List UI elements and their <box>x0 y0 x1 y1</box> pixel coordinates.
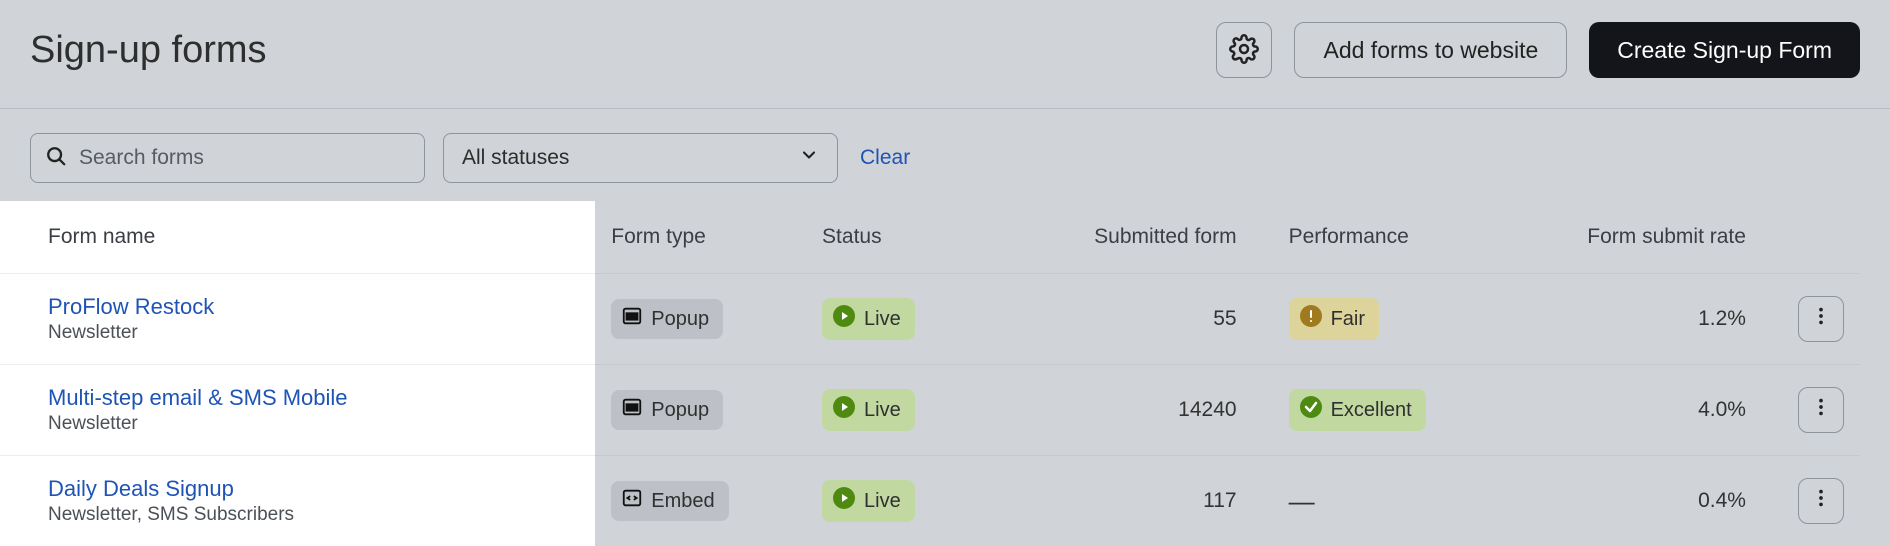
cell-submitted: 55 <box>1034 274 1273 365</box>
performance-empty: — <box>1289 486 1315 516</box>
cell-rate: 1.2% <box>1564 274 1782 365</box>
form-type-label: Popup <box>651 399 709 422</box>
form-type-label: Popup <box>651 308 709 331</box>
performance-label: Fair <box>1331 308 1365 331</box>
status-filter-value: All statuses <box>462 146 569 170</box>
cell-type: Popup <box>595 365 806 456</box>
forms-table: Form name Form type Status Submitted for… <box>0 201 1860 546</box>
search-icon <box>45 145 67 172</box>
status-pill: Live <box>822 298 915 340</box>
page-title: Sign-up forms <box>30 29 1216 72</box>
play-circle-icon <box>832 395 856 425</box>
cell-type: Embed <box>595 456 806 546</box>
row-actions-button[interactable] <box>1798 387 1844 433</box>
status-label: Live <box>864 308 901 331</box>
cell-rate: 4.0% <box>1564 365 1782 456</box>
form-name-subtitle: Newsletter <box>48 413 579 435</box>
popup-icon <box>621 396 643 424</box>
table-row: Multi-step email & SMS Mobile Newsletter P… <box>0 365 1860 456</box>
gear-icon <box>1229 34 1259 67</box>
filters-bar: All statuses Clear <box>0 109 1890 201</box>
performance-pill: Fair <box>1289 298 1379 340</box>
cell-status: Live <box>806 274 1034 365</box>
page-header: Sign-up forms Add forms to website Creat… <box>0 0 1890 109</box>
performance-pill: Excellent <box>1289 389 1426 431</box>
row-actions-button[interactable] <box>1798 478 1844 524</box>
forms-table-wrap: Form name Form type Status Submitted for… <box>0 201 1890 546</box>
check-circle-icon <box>1299 395 1323 425</box>
cell-status: Live <box>806 365 1034 456</box>
col-header-status[interactable]: Status <box>806 201 1034 274</box>
form-name-link[interactable]: Multi-step email & SMS Mobile <box>48 385 348 410</box>
col-header-type[interactable]: Form type <box>595 201 806 274</box>
row-actions-button[interactable] <box>1798 296 1844 342</box>
table-row: Daily Deals Signup Newsletter, SMS Subscr… <box>0 456 1860 546</box>
col-header-rate[interactable]: Form submit rate <box>1564 201 1782 274</box>
form-type-label: Embed <box>651 490 714 513</box>
form-type-pill: Popup <box>611 390 723 430</box>
status-label: Live <box>864 399 901 422</box>
form-name-link[interactable]: ProFlow Restock <box>48 294 214 319</box>
cell-submitted: 14240 <box>1034 365 1273 456</box>
cell-performance: Fair <box>1273 274 1565 365</box>
warning-circle-icon <box>1299 304 1323 334</box>
cell-submitted: 117 <box>1034 456 1273 546</box>
play-circle-icon <box>832 304 856 334</box>
status-label: Live <box>864 490 901 513</box>
form-name-link[interactable]: Daily Deals Signup <box>48 476 234 501</box>
cell-actions <box>1782 456 1860 546</box>
search-input[interactable] <box>79 146 410 170</box>
performance-label: Excellent <box>1331 399 1412 422</box>
play-circle-icon <box>832 486 856 516</box>
cell-type: Popup <box>595 274 806 365</box>
cell-status: Live <box>806 456 1034 546</box>
cell-name: Daily Deals Signup Newsletter, SMS Subscr… <box>0 456 595 546</box>
search-input-wrap[interactable] <box>30 133 425 183</box>
table-row: ProFlow Restock Newsletter Popup Live 55 Fair… <box>0 274 1860 365</box>
col-header-submitted[interactable]: Submitted form <box>1034 201 1273 274</box>
cell-performance: Excellent <box>1273 365 1565 456</box>
header-actions: Add forms to website Create Sign-up Form <box>1216 22 1860 78</box>
embed-icon <box>621 487 643 515</box>
col-header-performance[interactable]: Performance <box>1273 201 1565 274</box>
chevron-down-icon <box>799 145 819 171</box>
kebab-icon <box>1810 305 1832 333</box>
form-type-pill: Embed <box>611 481 728 521</box>
clear-filters-link[interactable]: Clear <box>860 146 910 170</box>
col-header-menu <box>1782 201 1860 274</box>
status-pill: Live <box>822 480 915 522</box>
form-name-subtitle: Newsletter <box>48 322 579 344</box>
cell-name: ProFlow Restock Newsletter <box>0 274 595 365</box>
status-filter-select[interactable]: All statuses <box>443 133 838 183</box>
kebab-icon <box>1810 487 1832 515</box>
status-pill: Live <box>822 389 915 431</box>
form-name-subtitle: Newsletter, SMS Subscribers <box>48 504 579 526</box>
form-type-pill: Popup <box>611 299 723 339</box>
kebab-icon <box>1810 396 1832 424</box>
cell-name: Multi-step email & SMS Mobile Newsletter <box>0 365 595 456</box>
cell-actions <box>1782 274 1860 365</box>
create-signup-form-button[interactable]: Create Sign-up Form <box>1589 22 1860 78</box>
cell-rate: 0.4% <box>1564 456 1782 546</box>
col-header-name[interactable]: Form name <box>0 201 595 274</box>
settings-button[interactable] <box>1216 22 1272 78</box>
cell-actions <box>1782 365 1860 456</box>
add-forms-to-website-button[interactable]: Add forms to website <box>1294 22 1567 78</box>
cell-performance: — <box>1273 456 1565 546</box>
popup-icon <box>621 305 643 333</box>
